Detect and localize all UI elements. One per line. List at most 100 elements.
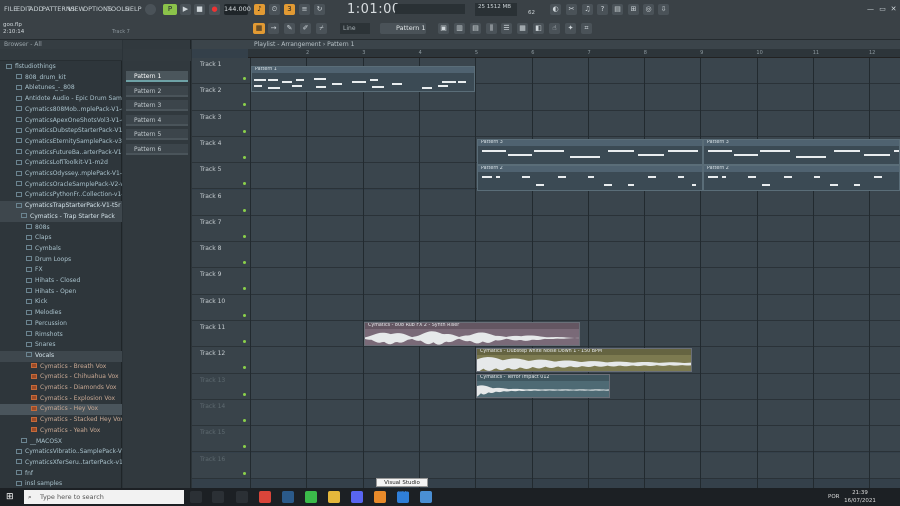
- audio-clip[interactable]: Cymatics - Dubstep white Noise Down 1 - …: [476, 348, 692, 372]
- track-header[interactable]: Track 2: [192, 84, 250, 111]
- track-header[interactable]: Track 13: [192, 373, 250, 400]
- pattern-item[interactable]: Pattern 6: [126, 143, 188, 155]
- timeline-ruler[interactable]: 2 3 4 5 6 7 8 9 10 11 12: [248, 49, 900, 58]
- metronome-icon[interactable]: ♪: [254, 4, 265, 15]
- pattern-selector[interactable]: Pattern 1: [380, 23, 426, 34]
- mic-icon[interactable]: ♫: [582, 4, 593, 15]
- pencil-icon[interactable]: ✎: [284, 23, 295, 34]
- browser-sample-item[interactable]: Cymatics - Chihuahua Vox: [0, 372, 122, 383]
- arrangement-grid[interactable]: Pattern 1 Pattern 3 Pattern 3 Pattern 2 Patt…: [250, 58, 900, 488]
- browser-sample-item[interactable]: Cymatics - Breath Vox: [0, 362, 122, 373]
- pattern-item[interactable]: Pattern 4: [126, 114, 188, 126]
- download-icon[interactable]: ⇩: [658, 4, 669, 15]
- browser-folder-item[interactable]: Cymatics808Mob..mplePack-V1-g9m: [0, 105, 122, 116]
- browser-folder-item[interactable]: __MACOSX: [0, 437, 122, 448]
- help-icon[interactable]: ?: [597, 4, 608, 15]
- browser-folder-item[interactable]: Hihats - Closed: [0, 276, 122, 287]
- browser-folder-item[interactable]: Antidote Audio - Epic Drum Samples: [0, 94, 122, 105]
- master-volume-knob[interactable]: [145, 4, 156, 15]
- browser-folder-item[interactable]: Percussion: [0, 319, 122, 330]
- track-lane[interactable]: [250, 452, 900, 479]
- chrome-icon[interactable]: [259, 491, 271, 503]
- track-enable-led-icon[interactable]: [243, 366, 246, 370]
- track-enable-led-icon[interactable]: [243, 234, 246, 238]
- project-picker-icon[interactable]: ▦: [517, 23, 528, 34]
- tempo-display[interactable]: 144.000: [224, 4, 251, 15]
- browser-sample-item[interactable]: Cymatics - Diamonds Vox: [0, 383, 122, 394]
- track-enable-led-icon[interactable]: [243, 471, 246, 475]
- track-enable-led-icon[interactable]: [243, 392, 246, 396]
- browser-folder-item[interactable]: 808_drum_kit: [0, 73, 122, 84]
- paint-icon[interactable]: ✐: [300, 23, 311, 34]
- track-lane[interactable]: [250, 294, 900, 321]
- playlist-view-icon[interactable]: ▦: [253, 23, 265, 34]
- audio-clip[interactable]: Cymatics - 808 Rub FX 2 - Synth Riser: [364, 322, 580, 346]
- save-icon[interactable]: ▤: [612, 4, 623, 15]
- track-header[interactable]: Track 15: [192, 426, 250, 453]
- browser-folder-item[interactable]: CymaticsDubstepStarterPack-V1-d4t: [0, 126, 122, 137]
- step-edit-icon[interactable]: 3: [284, 4, 295, 15]
- pattern-clip[interactable]: Pattern 2: [477, 165, 703, 191]
- track-header[interactable]: Track 14: [192, 399, 250, 427]
- track-enable-led-icon[interactable]: [243, 208, 246, 212]
- track-enable-led-icon[interactable]: [243, 287, 246, 291]
- track-enable-led-icon[interactable]: [243, 77, 246, 80]
- browser-folder-item[interactable]: CymaticsPythonFr..Collection-v1-p6u: [0, 190, 122, 201]
- script-icon[interactable]: ⌗: [581, 23, 592, 34]
- browser-folder-item[interactable]: CymaticsLofiToolkit-V1-m2d: [0, 158, 122, 169]
- browser-folder-item[interactable]: FX: [0, 265, 122, 276]
- touch-icon[interactable]: ☝: [549, 23, 560, 34]
- track-enable-led-icon[interactable]: [243, 445, 246, 449]
- plugin-picker-icon[interactable]: ▣: [438, 23, 449, 34]
- wrench-icon[interactable]: ✦: [565, 23, 576, 34]
- track-header[interactable]: Track 12: [192, 347, 250, 374]
- whatsapp-icon[interactable]: [305, 491, 317, 503]
- blend-notes-icon[interactable]: ≡: [299, 4, 310, 15]
- track-lane[interactable]: [250, 242, 900, 269]
- track-header[interactable]: Track 5: [192, 163, 250, 190]
- browser-sample-item[interactable]: Cymatics - Hey Vox: [0, 404, 122, 416]
- track-lane[interactable]: [250, 426, 900, 453]
- track-header[interactable]: Track 4: [192, 136, 250, 164]
- close-icon[interactable]: ✕: [888, 4, 899, 15]
- track-lane[interactable]: [250, 215, 900, 243]
- browser-folder-item[interactable]: Kick: [0, 297, 122, 308]
- track-enable-led-icon[interactable]: [243, 418, 246, 422]
- mixer-view-icon[interactable]: ⫼: [486, 23, 497, 34]
- cut-icon[interactable]: ✂: [566, 4, 577, 15]
- loop-record-icon[interactable]: ↻: [314, 4, 325, 15]
- track-header[interactable]: Track 11: [192, 321, 250, 348]
- pattern-item[interactable]: Pattern 1: [126, 71, 188, 82]
- pattern-clip[interactable]: Pattern 3: [477, 139, 703, 165]
- browser-folder-item[interactable]: Abletunes_-_808: [0, 83, 122, 94]
- browser-folder-item[interactable]: CymaticsOracleSamplePack-V2-v3x: [0, 180, 122, 191]
- browser-folder-item[interactable]: Drum Loops: [0, 255, 122, 266]
- windows-start-icon[interactable]: ⊞: [6, 492, 16, 502]
- browser-folder-item[interactable]: CymaticsEternitySamplePack-v3-j8i: [0, 137, 122, 148]
- track-enable-led-icon[interactable]: [243, 155, 246, 159]
- browser-folder-item[interactable]: CymaticsApexOneShotsVol3-V1-g5c: [0, 116, 122, 127]
- language-indicator[interactable]: POR: [828, 494, 839, 500]
- track-header[interactable]: Track 8: [192, 242, 250, 269]
- track-enable-led-icon[interactable]: [243, 313, 246, 317]
- browser-folder-item[interactable]: Rimshots: [0, 330, 122, 341]
- minimize-icon[interactable]: —: [865, 4, 876, 15]
- track-enable-led-icon[interactable]: [243, 261, 246, 265]
- pattern-clip[interactable]: Pattern 1: [251, 66, 475, 92]
- mixer-icon[interactable]: ⊞: [628, 4, 639, 15]
- play-button[interactable]: ▶: [180, 4, 191, 15]
- browser-sample-item[interactable]: Cymatics - Yeah Vox: [0, 426, 122, 437]
- track-enable-led-icon[interactable]: [243, 182, 246, 186]
- task-view-icon[interactable]: [212, 491, 224, 503]
- taskbar-clock[interactable]: 21:39 16/07/2021: [840, 489, 880, 505]
- file-explorer-icon[interactable]: [328, 491, 340, 503]
- track-header[interactable]: Track 16: [192, 452, 250, 479]
- browser-folder-item[interactable]: Melodies: [0, 308, 122, 319]
- track-enable-led-icon[interactable]: [243, 129, 246, 133]
- channel-rack-icon[interactable]: ▥: [454, 23, 465, 34]
- pinned-app-icon[interactable]: [236, 491, 248, 503]
- cortana-icon[interactable]: [190, 491, 202, 503]
- track-lane[interactable]: [250, 399, 900, 427]
- browser-sample-item[interactable]: Cymatics - Stacked Hey Vox: [0, 415, 122, 426]
- audio-clip[interactable]: Cymatics - Terror Impact 012: [476, 374, 610, 398]
